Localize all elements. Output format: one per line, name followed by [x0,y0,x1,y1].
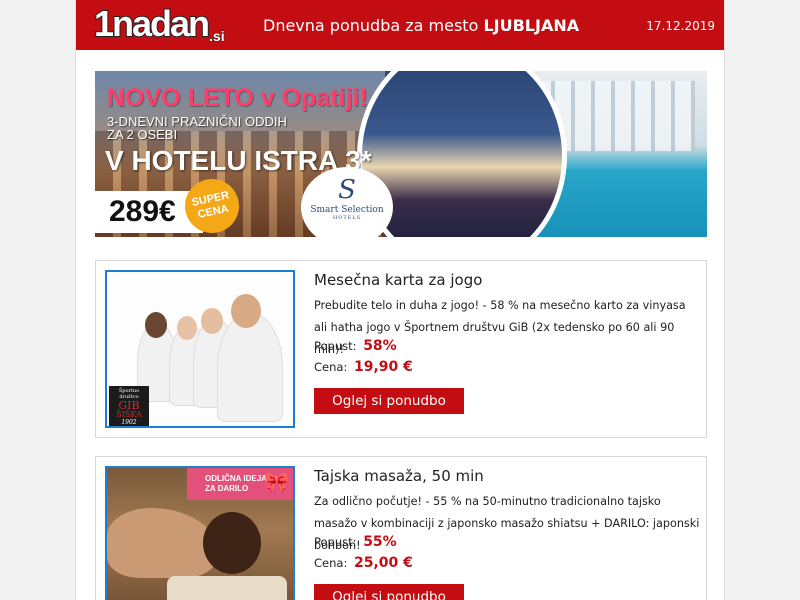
discount-label: Popust: [314,339,357,353]
header-city: LJUBLJANA [483,16,580,35]
yoga-face [231,294,261,328]
banner-headline: NOVO LETO v Opatiji! [107,84,368,112]
email-page: 1nadan.si Dnevna ponudba za mesto LJUBLJ… [75,0,725,600]
logo-text: 1nadan [93,3,211,45]
offer-price: Cena: 19,90 € [314,359,413,375]
offer-discount: Popust: 55% [314,534,397,550]
price-value: 25,00 € [353,555,413,571]
view-offer-button[interactable]: Oglej si ponudbo [314,388,464,414]
yoga-person [217,312,283,422]
banner-subline: 3-DNEVNI PRAZNIČNI ODDIH ZA 2 OSEBI [107,115,287,141]
offer-card: Športno društvo GIB ŠIŠKA 1902 Mesečna k… [95,260,707,438]
price-value: 19,90 € [353,359,413,375]
logo-domain: .si [209,28,226,45]
header-date: 17.12.2019 [646,19,715,33]
yoga-face [145,312,167,338]
site-logo[interactable]: 1nadan.si [93,3,226,45]
view-offer-button[interactable]: Oglej si ponudbo [314,584,464,600]
yoga-face [201,308,223,334]
massage-back [107,508,217,578]
banner-price: 289€ [109,195,176,228]
header-title-prefix: Dnevna ponudba za mesto [263,16,479,35]
price-label: Cena: [314,360,348,374]
offer-image-yoga[interactable]: Športno društvo GIB ŠIŠKA 1902 [105,270,295,428]
gib-logo-line-4: 1902 [121,419,137,426]
promo-banner[interactable]: NOVO LETO v Opatiji! 3-DNEVNI PRAZNIČNI … [95,71,707,237]
gift-badge: ODLIČNA IDEJA ZA DARILO 🎀 [187,468,293,500]
discount-value: 55% [363,534,397,550]
gib-siska-logo: Športno društvo GIB ŠIŠKA 1902 [109,386,149,426]
smart-selection-logo-icon: S [338,175,356,205]
banner-subline-2: ZA 2 OSEBI [107,127,178,142]
header-title: Dnevna ponudba za mesto LJUBLJANA [263,16,579,35]
gib-logo-line-3: ŠIŠKA [116,410,142,419]
smart-selection-logo: S Smart Selection HOTELS [301,167,393,237]
discount-label: Popust: [314,535,357,549]
offer-title[interactable]: Tajska masaža, 50 min [314,467,484,485]
yoga-face [177,316,197,340]
massage-towel [167,576,287,600]
gib-logo-line-1: Športno društvo [118,388,140,400]
header-bar: 1nadan.si Dnevna ponudba za mesto LJUBLJ… [76,0,724,50]
gift-icon: 🎀 [264,472,289,494]
smart-selection-sub: HOTELS [332,215,362,221]
offer-title[interactable]: Mesečna karta za jogo [314,271,482,289]
offer-price: Cena: 25,00 € [314,555,413,571]
offer-card: ODLIČNA IDEJA ZA DARILO 🎀 Tajska masaža,… [95,456,707,600]
price-label: Cena: [314,556,348,570]
offer-image-massage[interactable]: ODLIČNA IDEJA ZA DARILO 🎀 [105,466,295,600]
smart-selection-name: Smart Selection [310,205,384,215]
massage-face [203,512,261,574]
discount-value: 58% [363,338,397,354]
offer-discount: Popust: 58% [314,338,397,354]
